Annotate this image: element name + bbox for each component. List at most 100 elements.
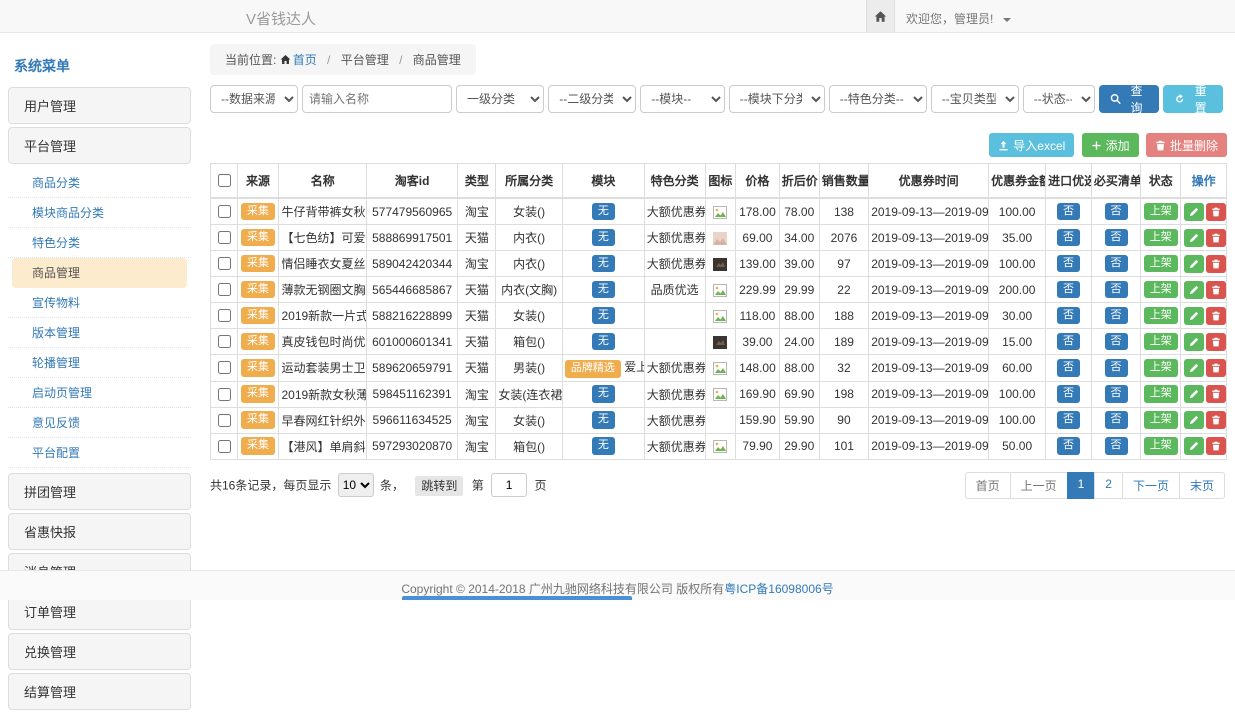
edit-button[interactable] xyxy=(1184,307,1204,325)
search-button[interactable]: 查询 xyxy=(1099,85,1159,113)
delete-button[interactable] xyxy=(1206,385,1226,403)
row-checkbox[interactable] xyxy=(218,257,231,270)
import-select-toggle[interactable]: 否 xyxy=(1057,281,1080,299)
sidebar-group-省惠快报[interactable]: 省惠快报 xyxy=(8,513,191,550)
filter-select-6[interactable]: --特色分类-- xyxy=(829,85,927,113)
sidebar-group-平台管理[interactable]: 平台管理 xyxy=(8,127,191,164)
import-select-toggle[interactable]: 否 xyxy=(1057,307,1080,325)
status-toggle[interactable]: 上架 xyxy=(1144,281,1178,299)
sidebar-item-商品管理[interactable]: 商品管理 xyxy=(12,258,187,288)
import-select-toggle[interactable]: 否 xyxy=(1057,229,1080,247)
edit-button[interactable] xyxy=(1184,203,1204,221)
sidebar-item-轮播管理[interactable]: 轮播管理 xyxy=(8,348,191,378)
must-buy-toggle[interactable]: 否 xyxy=(1105,437,1128,455)
edit-button[interactable] xyxy=(1184,437,1204,455)
import-select-toggle[interactable]: 否 xyxy=(1057,333,1080,351)
must-buy-toggle[interactable]: 否 xyxy=(1105,229,1128,247)
row-checkbox[interactable] xyxy=(218,205,231,218)
filter-select-2[interactable]: 一级分类 xyxy=(456,85,544,113)
batch-delete-button[interactable]: 批量删除 xyxy=(1146,133,1227,157)
row-checkbox[interactable] xyxy=(218,361,231,374)
status-toggle[interactable]: 上架 xyxy=(1144,333,1178,351)
sidebar-item-特色分类[interactable]: 特色分类 xyxy=(8,228,191,258)
status-toggle[interactable]: 上架 xyxy=(1144,437,1178,455)
row-checkbox[interactable] xyxy=(218,388,231,401)
delete-button[interactable] xyxy=(1206,333,1226,351)
must-buy-toggle[interactable]: 否 xyxy=(1105,385,1128,403)
status-toggle[interactable]: 上架 xyxy=(1144,307,1178,325)
filter-select-8[interactable]: --状态-- xyxy=(1023,85,1095,113)
filter-select-3[interactable]: --二级分类-- xyxy=(548,85,636,113)
import-select-toggle[interactable]: 否 xyxy=(1057,437,1080,455)
import-select-toggle[interactable]: 否 xyxy=(1057,203,1080,221)
pager-button-2[interactable]: 2 xyxy=(1094,472,1123,499)
name-search-input[interactable] xyxy=(302,85,452,113)
jump-button[interactable]: 跳转到 xyxy=(415,476,463,496)
must-buy-toggle[interactable]: 否 xyxy=(1105,255,1128,273)
status-toggle[interactable]: 上架 xyxy=(1144,255,1178,273)
delete-button[interactable] xyxy=(1206,359,1226,377)
sidebar-group-拼团管理[interactable]: 拼团管理 xyxy=(8,473,191,510)
sidebar-item-商品分类[interactable]: 商品分类 xyxy=(8,168,191,198)
page-size-select[interactable]: 10 xyxy=(338,473,374,497)
filter-select-4[interactable]: --模块-- xyxy=(640,85,724,113)
status-toggle[interactable]: 上架 xyxy=(1144,229,1178,247)
sidebar-item-平台配置[interactable]: 平台配置 xyxy=(8,438,191,468)
row-checkbox[interactable] xyxy=(218,231,231,244)
sidebar-item-模块商品分类[interactable]: 模块商品分类 xyxy=(8,198,191,228)
status-toggle[interactable]: 上架 xyxy=(1144,359,1178,377)
delete-button[interactable] xyxy=(1206,229,1226,247)
select-all-checkbox[interactable] xyxy=(218,174,231,187)
pager-button-1[interactable]: 1 xyxy=(1067,472,1096,499)
edit-button[interactable] xyxy=(1184,385,1204,403)
status-toggle[interactable]: 上架 xyxy=(1144,385,1178,403)
edit-button[interactable] xyxy=(1184,333,1204,351)
import-select-toggle[interactable]: 否 xyxy=(1057,359,1080,377)
edit-button[interactable] xyxy=(1184,229,1204,247)
status-toggle[interactable]: 上架 xyxy=(1144,203,1178,221)
import-select-toggle[interactable]: 否 xyxy=(1057,385,1080,403)
sidebar-item-意见反馈[interactable]: 意见反馈 xyxy=(8,408,191,438)
row-checkbox[interactable] xyxy=(218,283,231,296)
must-buy-toggle[interactable]: 否 xyxy=(1105,203,1128,221)
pager-button-末页[interactable]: 末页 xyxy=(1179,472,1225,499)
row-checkbox[interactable] xyxy=(218,335,231,348)
filter-select-5[interactable]: --模块下分类-- xyxy=(729,85,825,113)
sidebar-item-版本管理[interactable]: 版本管理 xyxy=(8,318,191,348)
pager-button-首页[interactable]: 首页 xyxy=(965,472,1011,499)
delete-button[interactable] xyxy=(1206,203,1226,221)
reset-button[interactable]: 重置 xyxy=(1163,85,1223,113)
import-excel-button[interactable]: 导入excel xyxy=(989,133,1074,157)
pager-button-下一页[interactable]: 下一页 xyxy=(1122,472,1180,499)
import-select-toggle[interactable]: 否 xyxy=(1057,411,1080,429)
icp-link[interactable]: 粤ICP备16098006号 xyxy=(724,582,833,596)
edit-button[interactable] xyxy=(1184,255,1204,273)
must-buy-toggle[interactable]: 否 xyxy=(1105,281,1128,299)
filter-select-7[interactable]: --宝贝类型-- xyxy=(931,85,1019,113)
sidebar-item-启动页管理[interactable]: 启动页管理 xyxy=(8,378,191,408)
edit-button[interactable] xyxy=(1184,281,1204,299)
must-buy-toggle[interactable]: 否 xyxy=(1105,333,1128,351)
sidebar-group-结算管理[interactable]: 结算管理 xyxy=(8,673,191,710)
delete-button[interactable] xyxy=(1206,255,1226,273)
delete-button[interactable] xyxy=(1206,437,1226,455)
pager-button-上一页[interactable]: 上一页 xyxy=(1010,472,1068,499)
status-toggle[interactable]: 上架 xyxy=(1144,411,1178,429)
import-select-toggle[interactable]: 否 xyxy=(1057,255,1080,273)
row-checkbox[interactable] xyxy=(218,440,231,453)
must-buy-toggle[interactable]: 否 xyxy=(1105,411,1128,429)
delete-button[interactable] xyxy=(1206,307,1226,325)
add-button[interactable]: 添加 xyxy=(1082,133,1139,157)
must-buy-toggle[interactable]: 否 xyxy=(1105,307,1128,325)
sidebar-group-用户管理[interactable]: 用户管理 xyxy=(8,87,191,124)
delete-button[interactable] xyxy=(1206,411,1226,429)
must-buy-toggle[interactable]: 否 xyxy=(1105,359,1128,377)
sidebar-group-兑换管理[interactable]: 兑换管理 xyxy=(8,633,191,670)
user-menu[interactable]: 欢迎您，管理员! xyxy=(906,10,1011,27)
home-button[interactable] xyxy=(866,0,895,32)
row-checkbox[interactable] xyxy=(218,309,231,322)
jump-page-input[interactable] xyxy=(491,473,527,497)
edit-button[interactable] xyxy=(1184,411,1204,429)
sidebar-item-宣传物料[interactable]: 宣传物料 xyxy=(8,288,191,318)
row-checkbox[interactable] xyxy=(218,414,231,427)
